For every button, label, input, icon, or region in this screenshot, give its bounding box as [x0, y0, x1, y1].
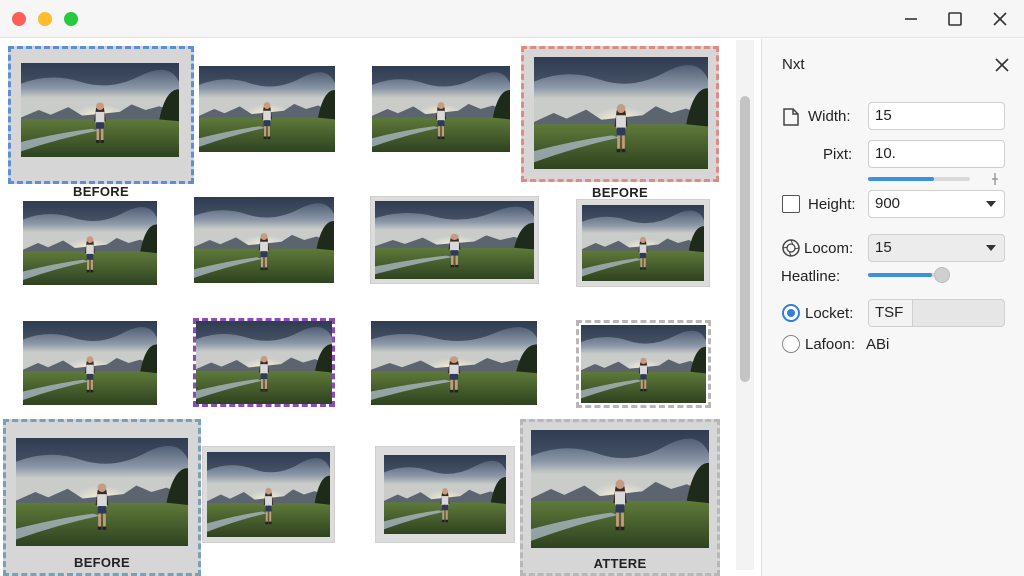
headline-slider-knob[interactable] — [934, 267, 950, 283]
close-window-button[interactable] — [12, 12, 26, 26]
height-label: Height: — [808, 196, 856, 213]
locket-label: Locket: — [805, 305, 854, 322]
pixel-input[interactable]: 10. — [868, 140, 1005, 168]
locket-segment-tsf[interactable]: TSF — [869, 300, 913, 326]
thumbnail-grid: BEFORE BEFORE BEFORE ATTERE — [0, 39, 760, 576]
width-input[interactable]: 15 — [868, 102, 1005, 130]
properties-panel: Nxt Width: 15 Pixt: 10. Height: 900 Loco… — [761, 39, 1024, 576]
thumbnail-before-marked[interactable]: BEFORE — [521, 46, 719, 200]
minimize-icon[interactable] — [898, 7, 924, 31]
thumbnail[interactable] — [199, 66, 335, 152]
lafoon-radio[interactable] — [782, 335, 800, 353]
thumbnail[interactable] — [372, 66, 510, 152]
close-icon[interactable] — [987, 7, 1013, 31]
locom-label: Locom: — [804, 240, 854, 257]
thumbnail-marked[interactable] — [576, 320, 711, 408]
locket-segmented-control[interactable]: TSF — [868, 299, 1005, 327]
thumbnail-caption: BEFORE — [592, 185, 648, 200]
close-icon[interactable] — [990, 53, 1014, 77]
height-checkbox[interactable] — [782, 195, 800, 213]
height-select[interactable]: 900 — [868, 190, 1005, 218]
thumbnail-before-marked[interactable]: BEFORE — [3, 419, 201, 576]
panel-title: Nxt — [782, 56, 805, 73]
chevron-down-icon — [986, 245, 996, 251]
maximize-icon[interactable] — [942, 7, 968, 31]
slider-handle-icon[interactable] — [991, 172, 999, 186]
locom-select-value: 15 — [875, 239, 892, 256]
height-select-value: 900 — [875, 195, 901, 212]
thumbnail-selected[interactable] — [193, 318, 335, 407]
chevron-down-icon — [986, 201, 996, 207]
thumbnail[interactable] — [375, 446, 515, 543]
document-icon — [782, 107, 800, 127]
thumbnail-caption: BEFORE — [74, 555, 130, 570]
locom-select[interactable]: 15 — [868, 234, 1005, 262]
grid-scrollbar-thumb[interactable] — [740, 96, 750, 382]
thumbnail-caption: BEFORE — [73, 184, 129, 199]
thumbnail-caption: ATTERE — [593, 556, 647, 571]
thumbnail-after-marked[interactable]: ATTERE — [520, 419, 720, 576]
title-bar — [0, 0, 1024, 38]
lafoon-label: Lafoon: — [805, 336, 856, 353]
pixel-label: Pixt: — [823, 146, 853, 163]
thumbnail[interactable] — [23, 201, 157, 285]
thumbnail[interactable] — [371, 321, 537, 405]
lafoon-value: ABi — [866, 336, 890, 353]
headline-slider-fill — [868, 273, 932, 277]
thumbnail[interactable] — [202, 446, 335, 543]
locket-radio[interactable] — [782, 304, 800, 322]
thumbnail[interactable] — [576, 199, 710, 287]
thumbnail-before-selected[interactable]: BEFORE — [8, 46, 194, 199]
thumbnail[interactable] — [23, 321, 157, 405]
thumbnail[interactable] — [194, 197, 334, 283]
headline-label: Heatline: — [781, 268, 841, 285]
minimize-window-button[interactable] — [38, 12, 52, 26]
width-label: Width: — [808, 108, 851, 125]
zoom-window-button[interactable] — [64, 12, 78, 26]
pixel-slider-fill — [868, 177, 935, 181]
thumbnail[interactable] — [370, 196, 539, 284]
pixel-slider[interactable] — [868, 177, 970, 181]
aperture-icon — [781, 238, 801, 258]
